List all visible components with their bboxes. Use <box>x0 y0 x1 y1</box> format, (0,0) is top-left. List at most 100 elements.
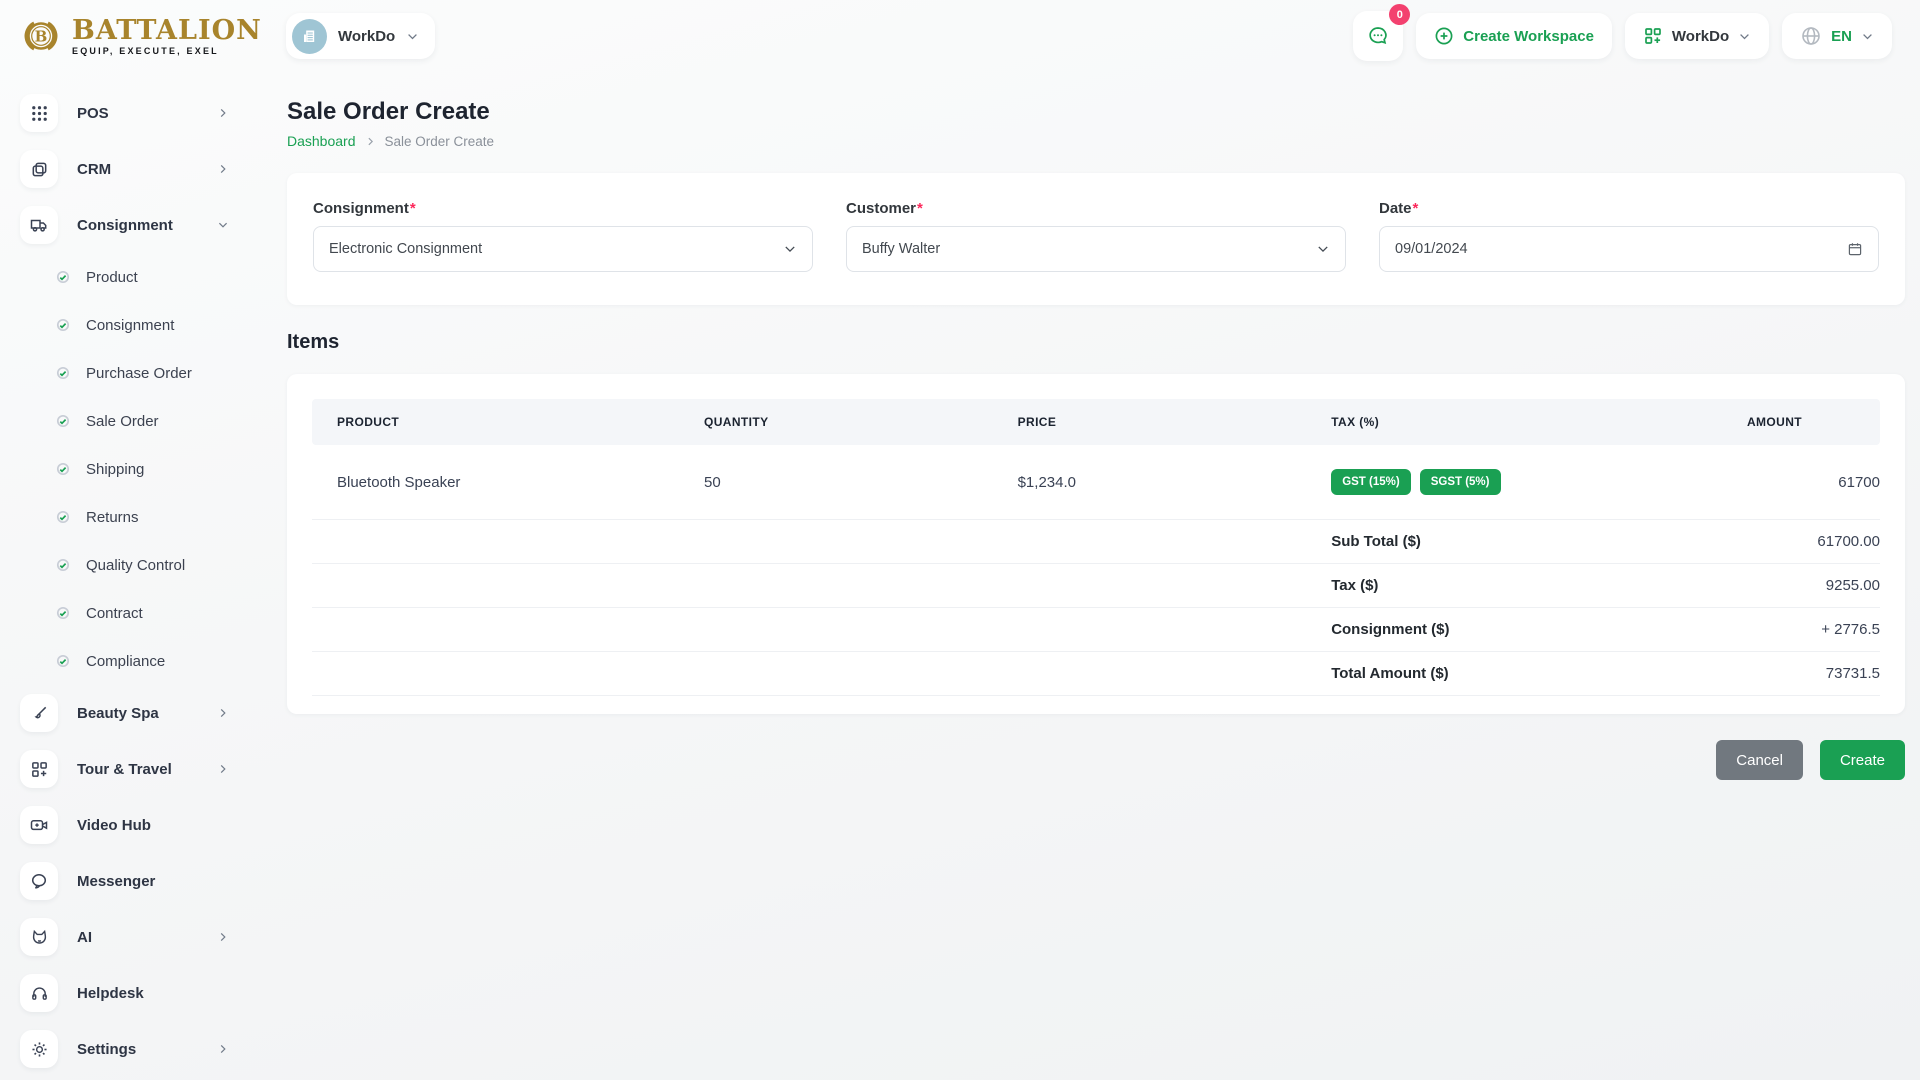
workspace-switcher[interactable]: WorkDo <box>286 13 436 59</box>
sidebar-item-label: Settings <box>77 1040 137 1058</box>
consignment-field-group: Consignment* Electronic Consignment <box>313 200 813 272</box>
subtotal-value: 61700.00 <box>1660 519 1880 564</box>
sidebar-subitem-label: Sale Order <box>86 412 159 430</box>
sidebar-item-label: Video Hub <box>77 816 151 834</box>
sidebar-item-label: Helpdesk <box>77 984 144 1002</box>
tax-total-row: Tax ($) 9255.00 <box>312 563 1880 608</box>
breadcrumb-dashboard-link[interactable]: Dashboard <box>287 133 356 149</box>
customer-label: Customer* <box>846 200 923 217</box>
sidebar-subitem-sale-order[interactable]: Sale Order <box>20 397 255 445</box>
sidebar-subitem-quality-control[interactable]: Quality Control <box>20 541 255 589</box>
order-form-card: Consignment* Electronic Consignment Cust… <box>287 173 1905 305</box>
customer-selected-value: Buffy Walter <box>862 241 941 257</box>
cell-quantity: 50 <box>704 445 1018 520</box>
tax-total-label: Tax ($) <box>1331 563 1661 608</box>
check-circle-icon <box>56 654 70 668</box>
sidebar-item-crm[interactable]: CRM <box>20 141 255 197</box>
customer-field-group: Customer* Buffy Walter <box>846 200 1346 272</box>
column-header-price: PRICE <box>1017 399 1332 445</box>
chevron-down-icon <box>218 222 228 228</box>
sidebar-subitem-contract[interactable]: Contract <box>20 589 255 637</box>
main-content: Sale Order Create Dashboard Sale Order C… <box>255 72 1920 780</box>
cell-amount: 61700 <box>1660 445 1880 520</box>
workdo-menu-button[interactable]: WorkDo <box>1624 13 1770 59</box>
sidebar-item-helpdesk[interactable]: Helpdesk <box>20 965 255 1021</box>
customer-select[interactable]: Buffy Walter <box>846 226 1346 272</box>
date-value: 09/01/2024 <box>1395 241 1468 257</box>
sidebar-subitem-purchase-order[interactable]: Purchase Order <box>20 349 255 397</box>
workspace-building-icon <box>292 18 327 54</box>
sidebar-subitem-consignment[interactable]: Consignment <box>20 301 255 349</box>
sidebar-item-pos[interactable]: POS <box>20 85 255 141</box>
date-field-group: Date* 09/01/2024 <box>1379 200 1879 272</box>
sidebar-item-settings[interactable]: Settings <box>20 1021 255 1077</box>
sidebar-item-label: Consignment <box>77 216 173 234</box>
sidebar-subitem-returns[interactable]: Returns <box>20 493 255 541</box>
brand-logo[interactable]: B BATTALION EQUIP, EXECUTE, EXEL <box>18 13 264 59</box>
sidebar-item-ai[interactable]: AI <box>20 909 255 965</box>
fox-ai-icon <box>20 918 58 956</box>
sidebar-subitem-label: Contract <box>86 604 143 622</box>
language-selector[interactable]: EN <box>1782 13 1892 59</box>
plus-circle-icon <box>1435 27 1453 45</box>
sidebar-item-consignment[interactable]: Consignment <box>20 197 255 253</box>
chevron-right-icon <box>220 164 226 174</box>
create-button[interactable]: Create <box>1819 740 1905 780</box>
column-header-product: PRODUCT <box>312 399 704 445</box>
video-camera-icon <box>20 806 58 844</box>
sidebar-subitem-label: Quality Control <box>86 556 186 574</box>
date-input[interactable]: 09/01/2024 <box>1379 226 1879 272</box>
cancel-button[interactable]: Cancel <box>1716 740 1803 780</box>
create-workspace-button[interactable]: Create Workspace <box>1416 13 1612 59</box>
check-circle-icon <box>56 558 70 572</box>
cell-price: $1,234.0 <box>1017 445 1332 520</box>
column-header-quantity: QUANTITY <box>704 399 1018 445</box>
sidebar-item-label: CRM <box>77 160 112 178</box>
chevron-right-icon <box>220 108 226 118</box>
sidebar-item-label: Messenger <box>77 872 156 890</box>
sidebar-subitem-label: Product <box>86 268 138 286</box>
tax-badge-sgst: SGST (5%) <box>1419 469 1501 495</box>
grand-total-row: Total Amount ($) 73731.5 <box>312 651 1880 696</box>
grid-plus-icon <box>20 750 58 788</box>
sidebar-item-messenger[interactable]: Messenger <box>20 853 255 909</box>
sidebar-subitem-product[interactable]: Product <box>20 253 255 301</box>
subtotal-row: Sub Total ($) 61700.00 <box>312 519 1880 564</box>
sidebar: POS CRM Consignment Product Consignment … <box>0 72 255 1077</box>
workdo-menu-label: WorkDo <box>1671 27 1730 45</box>
sidebar-item-label: AI <box>77 928 92 946</box>
sidebar-item-tour-travel[interactable]: Tour & Travel <box>20 741 255 797</box>
sidebar-item-video-hub[interactable]: Video Hub <box>20 797 255 853</box>
chevron-right-icon <box>367 137 373 145</box>
tax-badge-gst: GST (15%) <box>1331 469 1411 495</box>
sidebar-subitem-compliance[interactable]: Compliance <box>20 637 255 685</box>
items-table-card: PRODUCT QUANTITY PRICE TAX (%) AMOUNT Bl… <box>287 374 1905 714</box>
items-table: PRODUCT QUANTITY PRICE TAX (%) AMOUNT Bl… <box>312 399 1880 696</box>
calendar-icon <box>1848 243 1862 256</box>
consignment-label: Consignment* <box>313 200 416 217</box>
check-circle-icon <box>56 510 70 524</box>
required-asterisk: * <box>409 200 416 217</box>
table-header-row: PRODUCT QUANTITY PRICE TAX (%) AMOUNT <box>312 399 1880 445</box>
sidebar-subitem-shipping[interactable]: Shipping <box>20 445 255 493</box>
tax-total-value: 9255.00 <box>1660 563 1880 608</box>
consignment-select[interactable]: Electronic Consignment <box>313 226 813 272</box>
grand-total-value: 73731.5 <box>1660 651 1880 696</box>
subtotal-label: Sub Total ($) <box>1331 519 1661 564</box>
pos-grid-icon <box>20 94 58 132</box>
gear-icon <box>20 1030 58 1068</box>
date-label: Date* <box>1379 200 1419 217</box>
required-asterisk: * <box>1412 200 1419 217</box>
sidebar-item-label: Tour & Travel <box>77 760 172 778</box>
sidebar-subitem-label: Purchase Order <box>86 364 192 382</box>
messenger-icon <box>20 862 58 900</box>
column-header-tax: TAX (%) <box>1331 399 1661 445</box>
chevron-right-icon <box>220 708 226 718</box>
check-circle-icon <box>56 366 70 380</box>
consignment-total-label: Consignment ($) <box>1331 607 1661 652</box>
messages-button[interactable]: 0 <box>1353 4 1411 61</box>
chevron-down-icon <box>408 33 418 39</box>
headset-icon <box>20 974 58 1012</box>
sidebar-item-beauty-spa[interactable]: Beauty Spa <box>20 685 255 741</box>
chevron-down-icon <box>1318 246 1328 252</box>
